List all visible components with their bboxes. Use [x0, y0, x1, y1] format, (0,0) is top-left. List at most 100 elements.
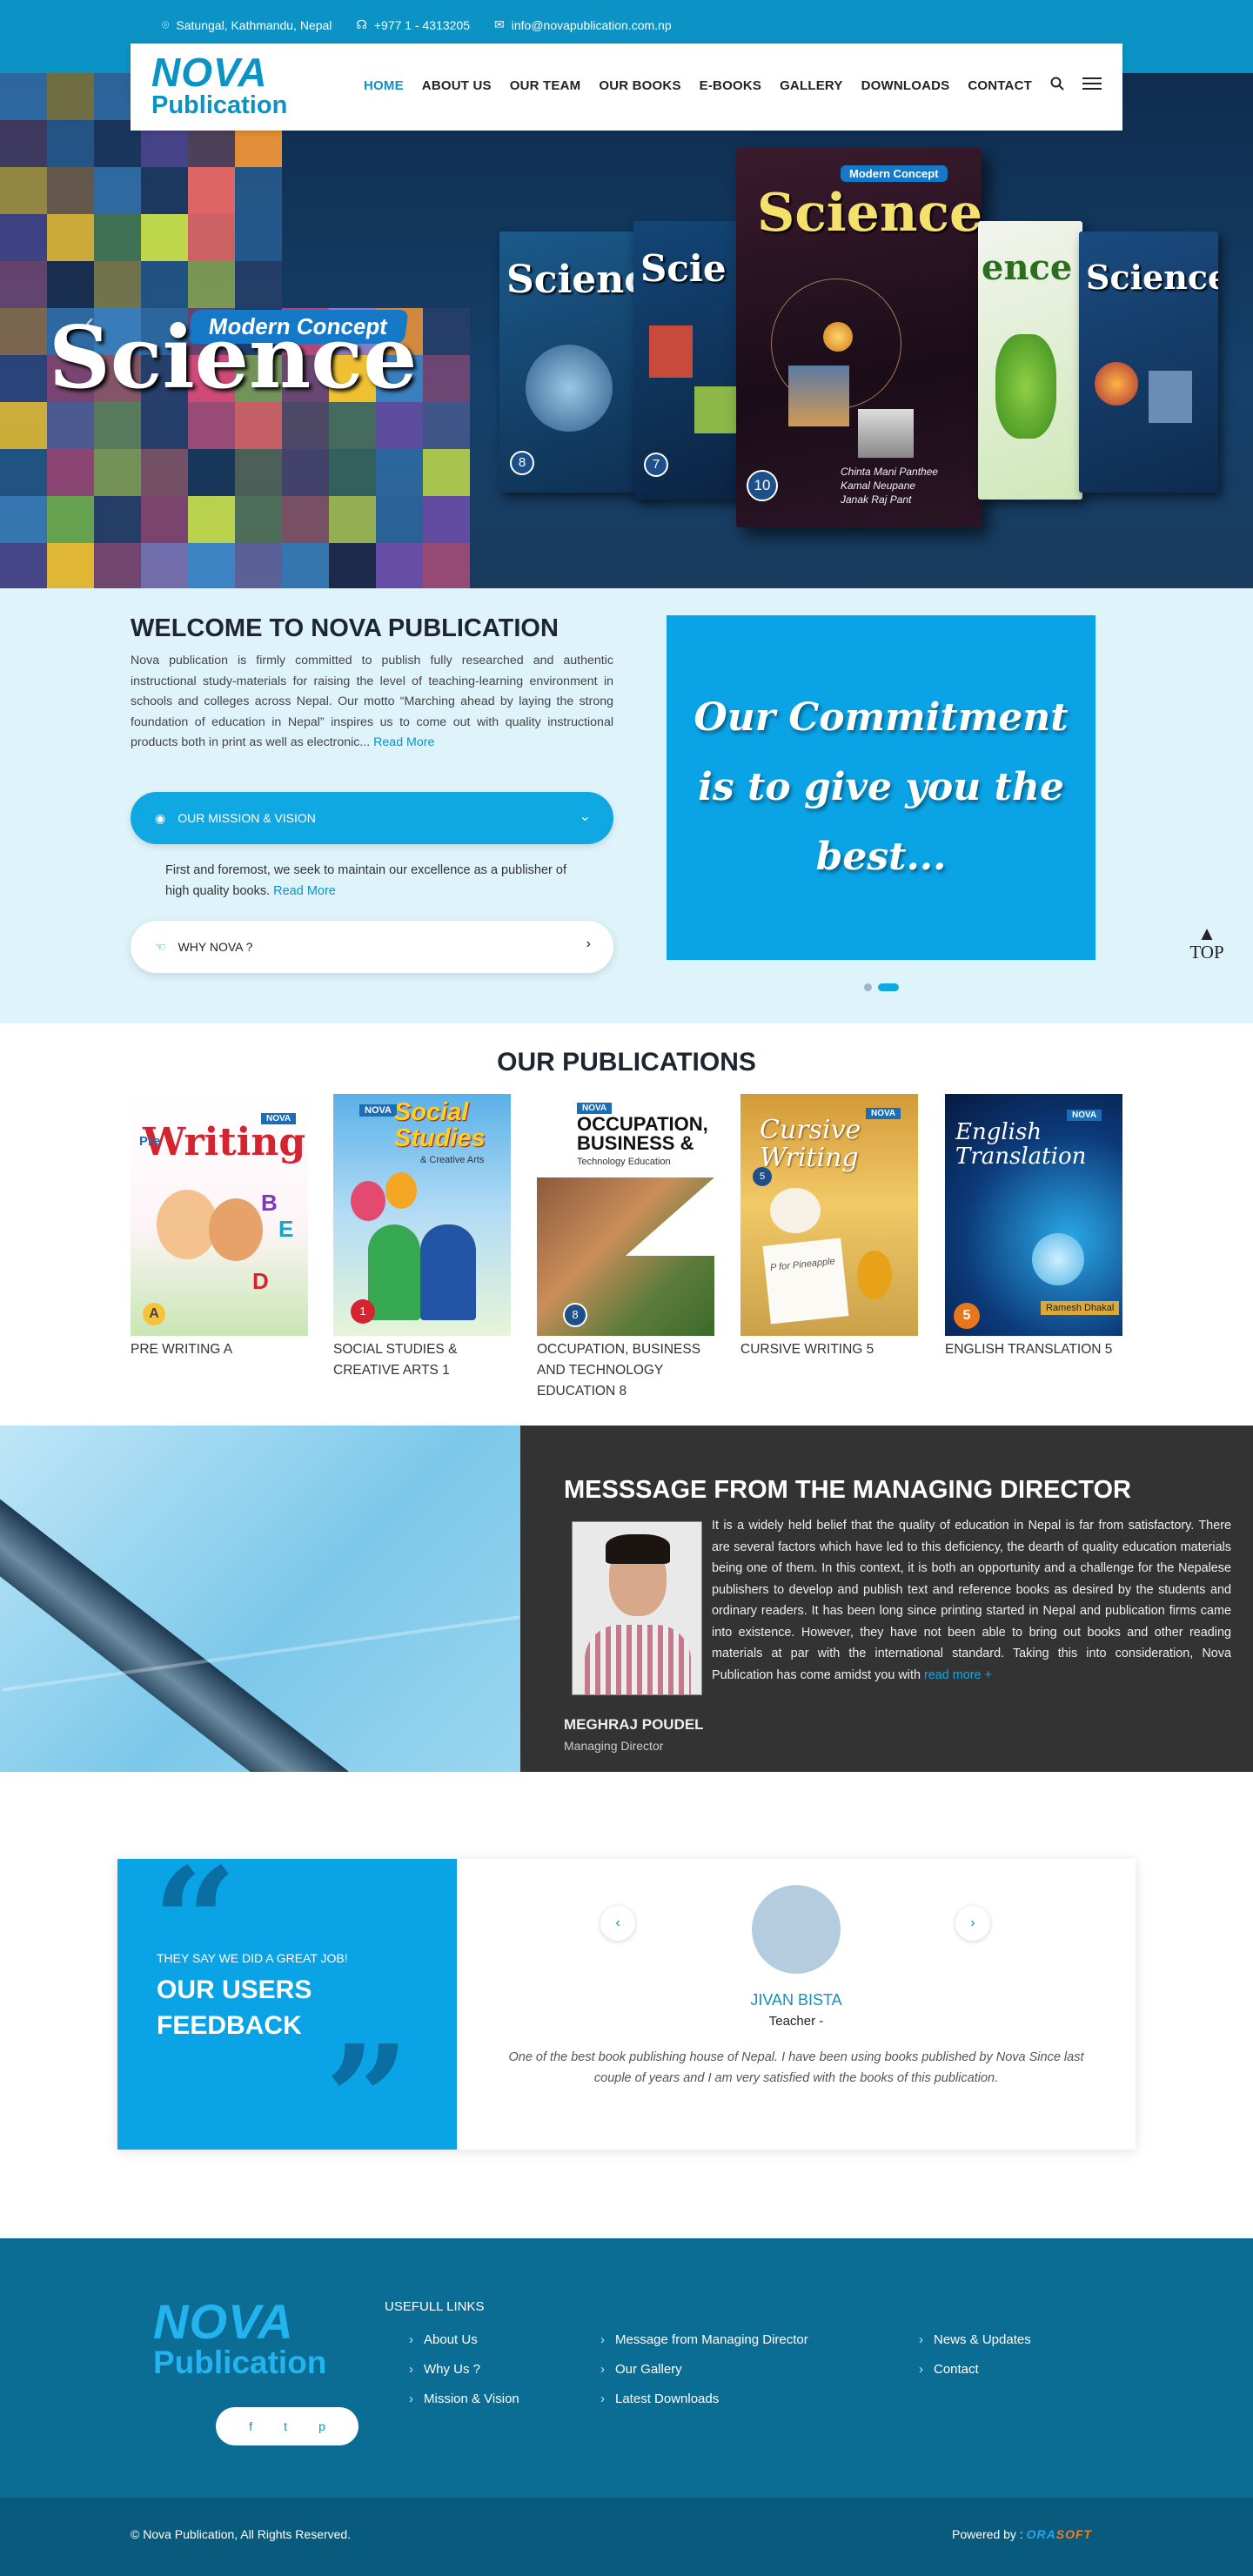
hero-book-title: Science: [1086, 258, 1218, 297]
footer-link-about-us[interactable]: About Us: [409, 2332, 478, 2347]
hero-mosaic-tile: [47, 543, 94, 588]
feedback-subtitle: THEY SAY WE DID A GREAT JOB!: [157, 1951, 348, 1965]
hero-mosaic-tile: [235, 496, 282, 543]
footer-link-contact[interactable]: Contact: [919, 2362, 979, 2377]
twitter-icon[interactable]: t: [284, 2419, 287, 2433]
book-cover[interactable]: Writing Pre NOVA B E D A: [131, 1094, 308, 1336]
nav-our-team[interactable]: OUR TEAM: [510, 78, 581, 93]
message-read-more-link[interactable]: read more +: [924, 1668, 992, 1682]
useful-links-heading: USEFULL LINKS: [385, 2299, 485, 2314]
hero-mosaic-tile: [282, 496, 329, 543]
hero-mosaic-tile: [141, 449, 188, 496]
book-cover[interactable]: NOVA OCCUPATION, BUSINESS & Technology E…: [537, 1094, 714, 1336]
nav-gallery[interactable]: GALLERY: [780, 78, 843, 93]
nav-home[interactable]: HOME: [364, 78, 404, 93]
book-cover[interactable]: NOVA English Translation Ramesh Dhakal 5: [945, 1094, 1122, 1336]
book-cover[interactable]: NOVA Cursive Writing P for Pineapple 5: [740, 1094, 918, 1336]
testimonial-prev-button[interactable]: ‹: [600, 1906, 635, 1941]
welcome-read-more-link[interactable]: Read More: [373, 735, 434, 749]
nav-downloads[interactable]: DOWNLOADS: [861, 78, 950, 93]
nav-about-us[interactable]: ABOUT US: [422, 78, 492, 93]
cover-title: English Translation: [955, 1119, 1087, 1170]
hero-mosaic-tile: [94, 214, 141, 261]
hero-mosaic-tile: [0, 449, 47, 496]
director-photo: [572, 1521, 702, 1695]
book-cover[interactable]: NOVA Social Studies & Creative Arts 1: [333, 1094, 511, 1336]
publication-card[interactable]: NOVA OCCUPATION, BUSINESS & Technology E…: [537, 1094, 714, 1402]
mission-vision-accordion[interactable]: ◉ OUR MISSION & VISION ⌄: [131, 792, 613, 844]
publication-name[interactable]: SOCIAL STUDIES & CREATIVE ARTS 1: [333, 1339, 511, 1381]
hero-mosaic-tile: [188, 402, 235, 449]
hero-mosaic-tile: [423, 308, 470, 355]
powered-by[interactable]: Powered by : ORASOFT: [952, 2527, 1092, 2541]
footer-link-gallery[interactable]: Our Gallery: [600, 2362, 682, 2377]
pinterest-icon[interactable]: p: [318, 2419, 325, 2433]
publication-name[interactable]: PRE WRITING A: [131, 1339, 308, 1360]
hero-book-title: Scie: [640, 247, 727, 290]
hero-book-number: 7: [644, 453, 668, 477]
cover-subtitle: Pre: [139, 1134, 161, 1149]
carousel-dot[interactable]: [864, 983, 872, 991]
search-icon[interactable]: [1050, 77, 1064, 95]
email-text: info@novapublication.com.np: [511, 17, 672, 32]
footer-link-news[interactable]: News & Updates: [919, 2332, 1031, 2347]
facebook-icon[interactable]: f: [249, 2419, 252, 2433]
copyright-text: © Nova Publication, All Rights Reserved.: [131, 2527, 352, 2541]
publication-name[interactable]: ENGLISH TRANSLATION 5: [945, 1339, 1122, 1360]
mission-text: First and foremost, we seek to maintain …: [165, 860, 583, 902]
logo-line2: Publication: [151, 91, 288, 119]
powered-by-label: Powered by :: [952, 2527, 1027, 2541]
chevron-right-icon: ›: [970, 1915, 975, 1930]
testimonial-role: Teacher -: [768, 2014, 824, 2029]
hero-mosaic-tile: [423, 355, 470, 402]
hero-mosaic-tile: [188, 496, 235, 543]
nav-e-books[interactable]: E-BOOKS: [700, 78, 761, 93]
footer-link-downloads[interactable]: Latest Downloads: [600, 2392, 719, 2406]
hero-mosaic-tile: [0, 355, 47, 402]
commitment-banner: Our Commitment is to give you the best..…: [667, 615, 1096, 960]
hamburger-menu-icon[interactable]: [1082, 77, 1102, 95]
footer-logo-line2: Publication: [153, 2345, 327, 2380]
testimonial-next-button[interactable]: ›: [955, 1906, 990, 1941]
orasoft-logo[interactable]: ORASOFT: [1027, 2527, 1092, 2541]
site-logo[interactable]: NOVA Publication: [151, 52, 299, 122]
publication-card[interactable]: NOVA Social Studies & Creative Arts 1 SO…: [333, 1094, 511, 1381]
back-to-top-button[interactable]: ▲ TOP: [1185, 922, 1229, 963]
footer-link-why-us[interactable]: Why Us ?: [409, 2362, 480, 2377]
hero-book-physical: ence: [978, 221, 1082, 500]
publication-name[interactable]: OCCUPATION, BUSINESS AND TECHNOLOGY EDUC…: [537, 1339, 714, 1402]
hero-mosaic-tile: [0, 167, 47, 214]
hero-mosaic-tile: [47, 120, 94, 167]
hero-mosaic-tile: [188, 261, 235, 308]
arrow-up-icon: ▲: [1197, 922, 1216, 944]
slider-prev-icon[interactable]: ‹: [85, 308, 94, 338]
email-item[interactable]: ✉ info@novapublication.com.np: [494, 17, 672, 32]
footer-logo[interactable]: NOVA Publication: [153, 2298, 353, 2379]
hero-mosaic-tile: [329, 496, 376, 543]
hero-book-authors: Chinta Mani Panthee Kamal Neupane Janak …: [841, 466, 939, 506]
hero-mosaic-tile: [188, 543, 235, 588]
footer-link-md-message[interactable]: Message from Managing Director: [600, 2332, 808, 2347]
hero-mosaic-tile: [0, 543, 47, 588]
phone-item[interactable]: ☊ +977 1 - 4313205: [356, 17, 470, 32]
footer-link-mission-vision[interactable]: Mission & Vision: [409, 2392, 519, 2406]
nav-our-books[interactable]: OUR BOOKS: [599, 78, 680, 93]
why-nova-accordion[interactable]: ☜ WHY NOVA ? ›: [131, 921, 613, 973]
hero-book-8: Science 8: [499, 231, 656, 493]
publication-card[interactable]: NOVA English Translation Ramesh Dhakal 5…: [945, 1094, 1122, 1360]
carousel-dot-active[interactable]: [878, 983, 899, 991]
hero-mosaic-tile: [376, 449, 423, 496]
hero-title: Science: [49, 308, 418, 408]
publication-name[interactable]: CURSIVE WRITING 5: [740, 1339, 918, 1360]
hero-mosaic-tile: [188, 167, 235, 214]
publication-card[interactable]: NOVA Cursive Writing P for Pineapple 5 C…: [740, 1094, 918, 1360]
cover-title: OCCUPATION, BUSINESS &: [577, 1113, 708, 1154]
director-name: MEGHRAJ POUDEL: [564, 1716, 704, 1733]
headset-icon: ☊: [356, 17, 367, 31]
testimonial-name: JIVAN BISTA: [750, 1991, 842, 2009]
nav-contact[interactable]: CONTACT: [968, 78, 1032, 93]
publication-card[interactable]: Writing Pre NOVA B E D A PRE WRITING A: [131, 1094, 308, 1360]
hero-mosaic-tile: [188, 449, 235, 496]
director-role: Managing Director: [564, 1739, 664, 1753]
mission-read-more-link[interactable]: Read More: [273, 884, 336, 898]
